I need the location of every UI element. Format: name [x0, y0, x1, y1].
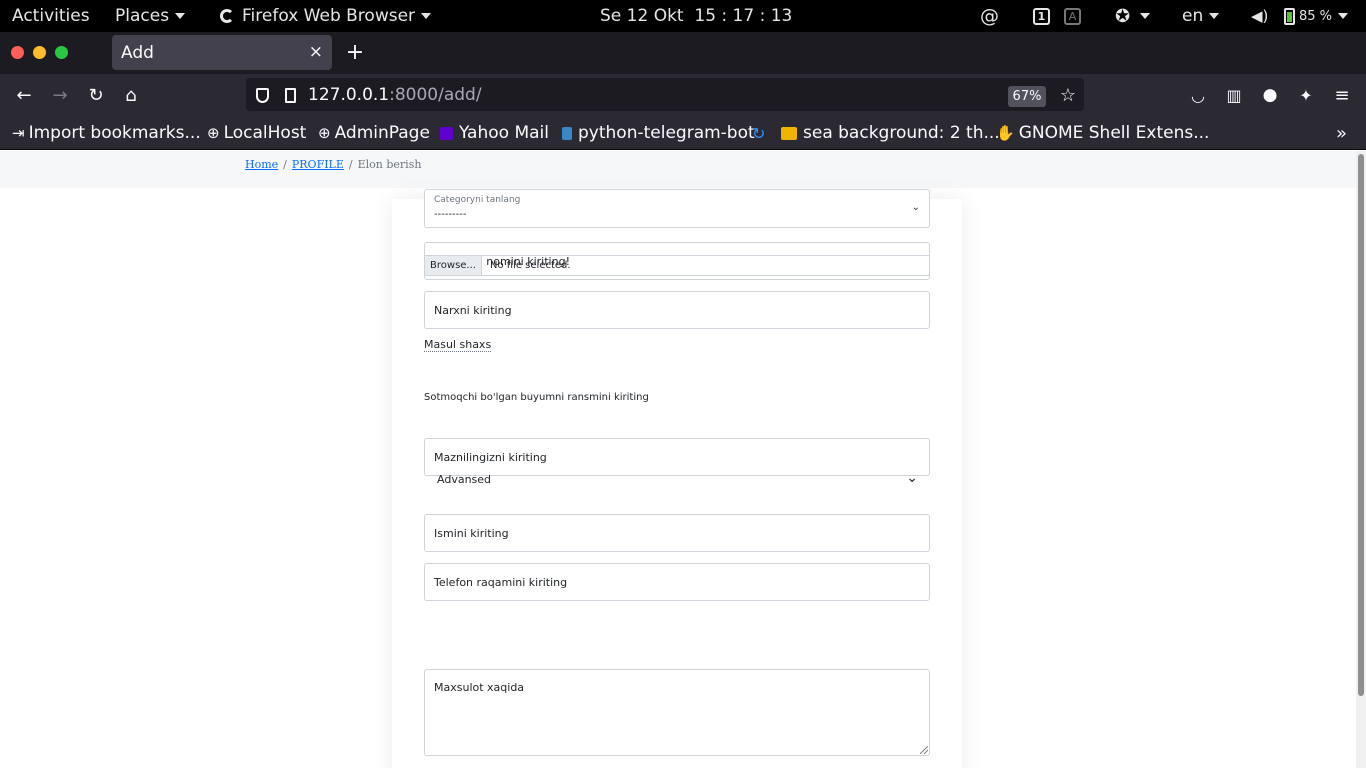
image-file-input[interactable]: Browse... No file selected. [424, 255, 930, 276]
puzzle-icon: ✦ [1299, 85, 1313, 105]
breadcrumb: Home / PROFILE / Elon berish [245, 158, 422, 171]
account-icon: ● [1262, 85, 1278, 105]
bookmark-adminpage[interactable]: ⊕ AdminPage [318, 121, 430, 145]
battery-icon [1284, 7, 1295, 25]
input-method-indicator[interactable]: A [1064, 0, 1081, 32]
resize-handle-icon[interactable] [920, 746, 928, 754]
gnome-top-bar: Activities Places Firefox Web Browser Se… [0, 0, 1366, 32]
site-info-icon[interactable] [275, 80, 305, 110]
zoom-indicator[interactable]: 67% [1008, 86, 1046, 107]
chevron-down-icon: ⌄ [911, 202, 920, 213]
sidebar-icon: ▥ [1226, 85, 1242, 105]
advanced-toggle[interactable]: Advansed ⌄ [424, 464, 930, 494]
bookmark-python-telegram-bot[interactable]: python-telegram-bot [562, 121, 755, 145]
window-minimize-button[interactable] [33, 46, 46, 59]
shield-icon [255, 87, 269, 103]
reload-icon: ↻ [88, 84, 104, 106]
tab-title: Add [121, 42, 154, 63]
tab-add[interactable]: Add × [112, 35, 332, 70]
bookmark-loop[interactable]: ↻ [752, 121, 765, 145]
scrollbar-thumb[interactable] [1358, 154, 1364, 696]
accessibility-icon: ✪ [1115, 5, 1131, 27]
extensions-button[interactable]: ✦ [1291, 80, 1321, 110]
image-upload-label: Sotmoqchi bo'lgan buyumni ransmini kirit… [424, 392, 649, 403]
phone-input[interactable]: Telefon raqamini kiriting [424, 563, 930, 601]
tab-close-icon[interactable]: × [309, 42, 323, 62]
breadcrumb-home-link[interactable]: Home [245, 158, 278, 171]
workspace-indicator[interactable]: 1 [1033, 0, 1050, 32]
forward-button[interactable]: → [45, 80, 75, 110]
back-button[interactable]: ← [9, 80, 39, 110]
caret-down-icon [175, 13, 186, 19]
image-icon [781, 126, 797, 140]
app-menu-button[interactable]: ≡ [1327, 80, 1357, 110]
breadcrumb-profile-link[interactable]: PROFILE [292, 158, 344, 171]
category-value: --------- [434, 209, 467, 220]
caret-down-icon [1140, 13, 1151, 19]
description-placeholder: Maxsulot xaqida [434, 681, 525, 694]
page-scrollbar[interactable] [1356, 151, 1366, 768]
bookmark-localhost[interactable]: ⊕ LocalHost [207, 121, 306, 145]
window-close-button[interactable] [11, 46, 24, 59]
person-name-input[interactable]: Ismini kiriting [424, 514, 930, 552]
category-label: Categoryni tanlang [434, 195, 521, 205]
new-tab-button[interactable]: + [344, 38, 366, 66]
description-textarea[interactable]: Maxsulot xaqida [424, 669, 930, 756]
file-status: No file selected. [490, 260, 571, 271]
firefox-icon [220, 9, 234, 23]
pocket-button[interactable]: ◡ [1183, 80, 1213, 110]
chevron-double-right-icon: » [1336, 122, 1348, 144]
arrow-left-icon: ← [16, 84, 32, 106]
reload-button[interactable]: ↻ [81, 80, 111, 110]
category-select[interactable]: Categoryni tanlang --------- ⌄ [424, 189, 930, 228]
home-icon: ⌂ [125, 84, 137, 106]
page-icon [284, 87, 296, 103]
bookmark-sea-background[interactable]: sea background: 2 th... [781, 121, 1000, 145]
tracking-protection-icon[interactable] [247, 80, 277, 110]
advanced-label: Advansed [437, 472, 492, 486]
pocket-icon: ◡ [1191, 85, 1205, 105]
volume-icon[interactable]: ◀) [1251, 0, 1268, 32]
sidebar-button[interactable]: ▥ [1219, 80, 1249, 110]
accessibility-menu[interactable]: ✪ [1115, 0, 1151, 32]
app-menu[interactable]: Firefox Web Browser [220, 0, 432, 32]
places-menu[interactable]: Places [115, 0, 186, 32]
caret-down-icon [1338, 13, 1349, 19]
at-icon[interactable]: @ [980, 0, 999, 32]
yahoo-icon [440, 126, 453, 140]
responsible-person-label: Masul shaxs [424, 338, 492, 352]
window-maximize-button[interactable] [55, 46, 68, 59]
bookmark-yahoo-mail[interactable]: Yahoo Mail [440, 121, 549, 145]
breadcrumb-bar: Home / PROFILE / Elon berish [0, 151, 1356, 188]
browse-button[interactable]: Browse... [425, 256, 482, 275]
arrow-right-icon: → [52, 84, 68, 106]
chevron-down-icon: ⌄ [906, 470, 918, 486]
home-button[interactable]: ⌂ [116, 80, 146, 110]
clock[interactable]: Se 12 Okt 15 : 17 : 13 [600, 0, 792, 32]
bookmark-gnome-extensions[interactable]: ✋ GNOME Shell Extens... [996, 121, 1209, 145]
url-text[interactable]: 127.0.0.1:8000/add/ [308, 85, 482, 105]
activities-button[interactable]: Activities [12, 0, 90, 32]
bookmark-import[interactable]: ⇥ Import bookmarks... [12, 121, 201, 145]
bookmark-star-button[interactable]: ☆ [1053, 80, 1083, 110]
python-icon [562, 126, 572, 140]
price-input[interactable]: Narxni kiriting [424, 291, 930, 329]
breadcrumb-current: Elon berish [357, 158, 422, 171]
globe-icon: ⊕ [318, 124, 331, 142]
caret-down-icon [1209, 13, 1220, 19]
language-menu[interactable]: en [1182, 0, 1220, 32]
import-icon: ⇥ [12, 124, 25, 142]
hamburger-icon: ≡ [1334, 84, 1350, 106]
account-button[interactable]: ● [1255, 80, 1285, 110]
caret-down-icon [421, 13, 432, 19]
bookmarks-overflow-button[interactable]: » [1336, 121, 1347, 145]
loop-icon: ↻ [752, 123, 766, 143]
star-icon: ☆ [1059, 84, 1077, 106]
system-menu[interactable]: 85 % [1284, 0, 1349, 32]
globe-icon: ⊕ [207, 124, 220, 142]
gnome-icon: ✋ [996, 124, 1015, 142]
